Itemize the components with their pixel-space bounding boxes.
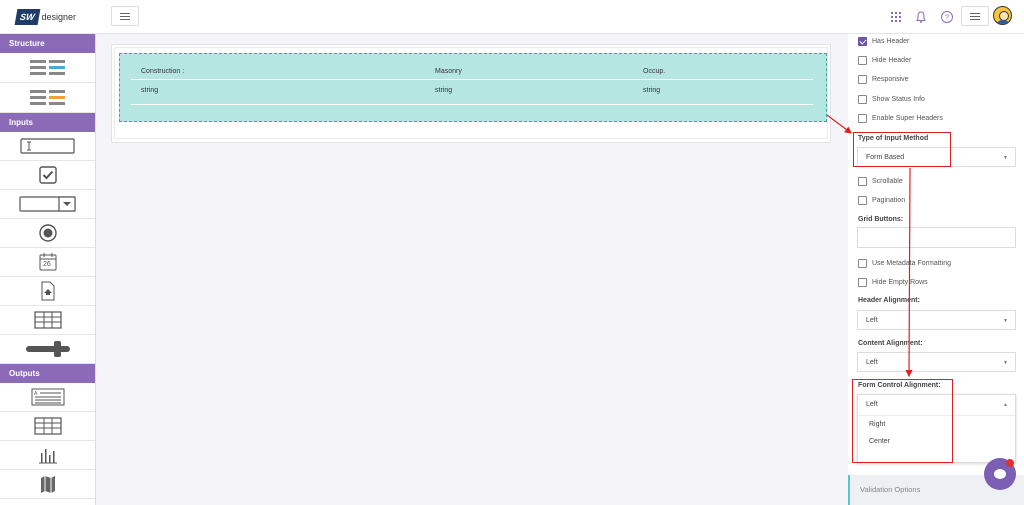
grid-cell: string [643, 87, 661, 94]
input-slider-tool[interactable] [0, 335, 95, 364]
input-dropdown-tool[interactable] [0, 190, 95, 219]
grid-table-icon [33, 311, 62, 329]
output-map-tool[interactable] [0, 470, 95, 499]
grid-column-header: Construction : [141, 68, 185, 75]
input-file-upload-tool[interactable] [0, 277, 95, 306]
checkbox-label: Show Status Info [872, 95, 925, 103]
grid-column-header: Occup. [643, 68, 666, 75]
calendar-day: 26 [43, 260, 51, 268]
input-checkbox-tool[interactable] [0, 161, 95, 190]
structure-form-layout-tool[interactable] [0, 83, 95, 113]
grid-cell: string [435, 87, 453, 94]
annotation-arrows [826, 114, 913, 378]
show-status-info-checkbox[interactable]: Show Status Info [858, 94, 925, 104]
input-grid-tool[interactable] [0, 306, 95, 335]
component-sidebar: Structure Inputs 26 Outputs A [0, 34, 96, 505]
svg-text:?: ? [945, 15, 949, 22]
logo-text: designer [41, 12, 77, 22]
checkbox[interactable] [858, 94, 867, 104]
input-date-tool[interactable]: 26 [0, 248, 95, 277]
design-canvas[interactable]: Construction : Masonry Occup. string str… [111, 44, 831, 143]
hide-header-checkbox[interactable]: Hide Header [858, 55, 911, 65]
layout-form-icon [29, 89, 65, 105]
user-menu-button[interactable] [961, 6, 989, 26]
sidebar-toggle-button[interactable] [111, 6, 139, 26]
table-row: string string string [131, 81, 813, 105]
grid-cell: string [141, 87, 159, 94]
grid-column-header: Masonry [435, 68, 462, 75]
checkbox-label: Has Header [872, 37, 910, 45]
canvas-row: Construction : Masonry Occup. string str… [114, 47, 828, 139]
grid-header-row: Construction : Masonry Occup. [131, 62, 813, 80]
chevron-down-icon: ▼ [1003, 318, 1008, 324]
slider-icon [25, 341, 70, 357]
input-radio-tool[interactable] [0, 219, 95, 248]
file-upload-icon [41, 281, 54, 301]
checkbox[interactable] [858, 74, 867, 84]
logo-badge: SW [14, 9, 40, 25]
top-bar: SW designer ? [0, 0, 1024, 34]
map-icon [40, 476, 55, 493]
output-chart-tool[interactable] [0, 441, 95, 470]
checkbox[interactable] [858, 55, 867, 65]
grid-component[interactable]: Construction : Masonry Occup. string str… [119, 53, 827, 122]
table-icon [33, 417, 62, 435]
chat-close-icon[interactable] [1006, 459, 1014, 467]
section-outputs: Outputs [0, 364, 95, 383]
text-block-icon: A [31, 388, 64, 406]
app-logo[interactable]: SW designer [14, 9, 77, 25]
input-textbox-tool[interactable] [0, 132, 95, 161]
checkbox-checked[interactable] [858, 36, 867, 46]
section-inputs: Inputs [0, 113, 95, 132]
help-icon[interactable]: ? [940, 10, 954, 24]
output-table-tool[interactable] [0, 412, 95, 441]
user-avatar[interactable] [993, 6, 1012, 25]
bar-chart-icon [38, 449, 57, 464]
responsive-checkbox[interactable]: Responsive [858, 74, 909, 84]
output-text-tool[interactable]: A [0, 383, 95, 412]
checkbox-label: Hide Header [872, 56, 912, 64]
radio-icon [38, 224, 57, 242]
checkbox-icon [38, 166, 57, 184]
chevron-up-icon: ▲ [1003, 402, 1008, 408]
structure-table-layout-tool[interactable] [0, 53, 95, 83]
apps-grid-icon[interactable] [889, 10, 903, 24]
chevron-down-icon: ▼ [1003, 360, 1008, 366]
section-structure: Structure [0, 34, 95, 53]
chevron-down-icon: ▼ [1003, 155, 1008, 161]
dropdown-icon [18, 196, 76, 212]
textbox-icon [19, 138, 75, 154]
bell-icon[interactable] [914, 10, 928, 24]
has-header-checkbox[interactable]: Has Header [858, 36, 909, 46]
checkbox-label: Responsive [872, 75, 909, 83]
layout-rows-icon [29, 59, 65, 75]
annotation-box [852, 379, 953, 463]
